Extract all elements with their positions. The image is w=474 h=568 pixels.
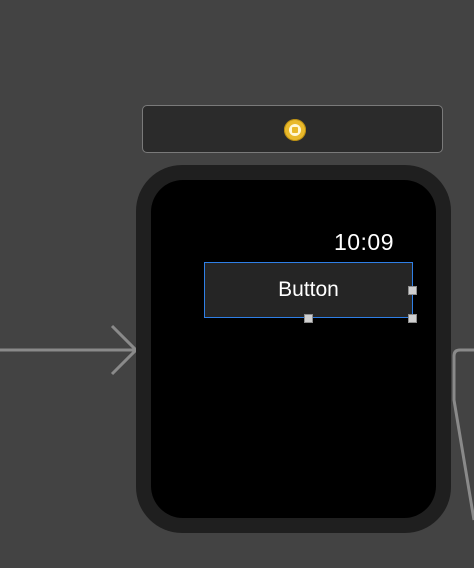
interface-controller-icon[interactable] <box>284 119 306 141</box>
controller-icon-square <box>289 124 301 136</box>
scene-dock[interactable] <box>142 105 443 153</box>
resize-handle-right[interactable] <box>408 286 417 295</box>
resize-handle-bottom[interactable] <box>304 314 313 323</box>
entry-point-arrow-icon[interactable] <box>0 320 140 380</box>
watch-screen[interactable]: 10:09 Button <box>151 180 436 518</box>
storyboard-canvas[interactable]: 10:09 Button <box>0 0 474 568</box>
status-time: 10:09 <box>333 229 394 255</box>
button-label: Button <box>278 278 339 301</box>
interface-button[interactable]: Button <box>204 262 413 318</box>
watch-frame[interactable]: 10:09 Button <box>136 165 451 533</box>
resize-handle-bottom-right[interactable] <box>408 314 417 323</box>
